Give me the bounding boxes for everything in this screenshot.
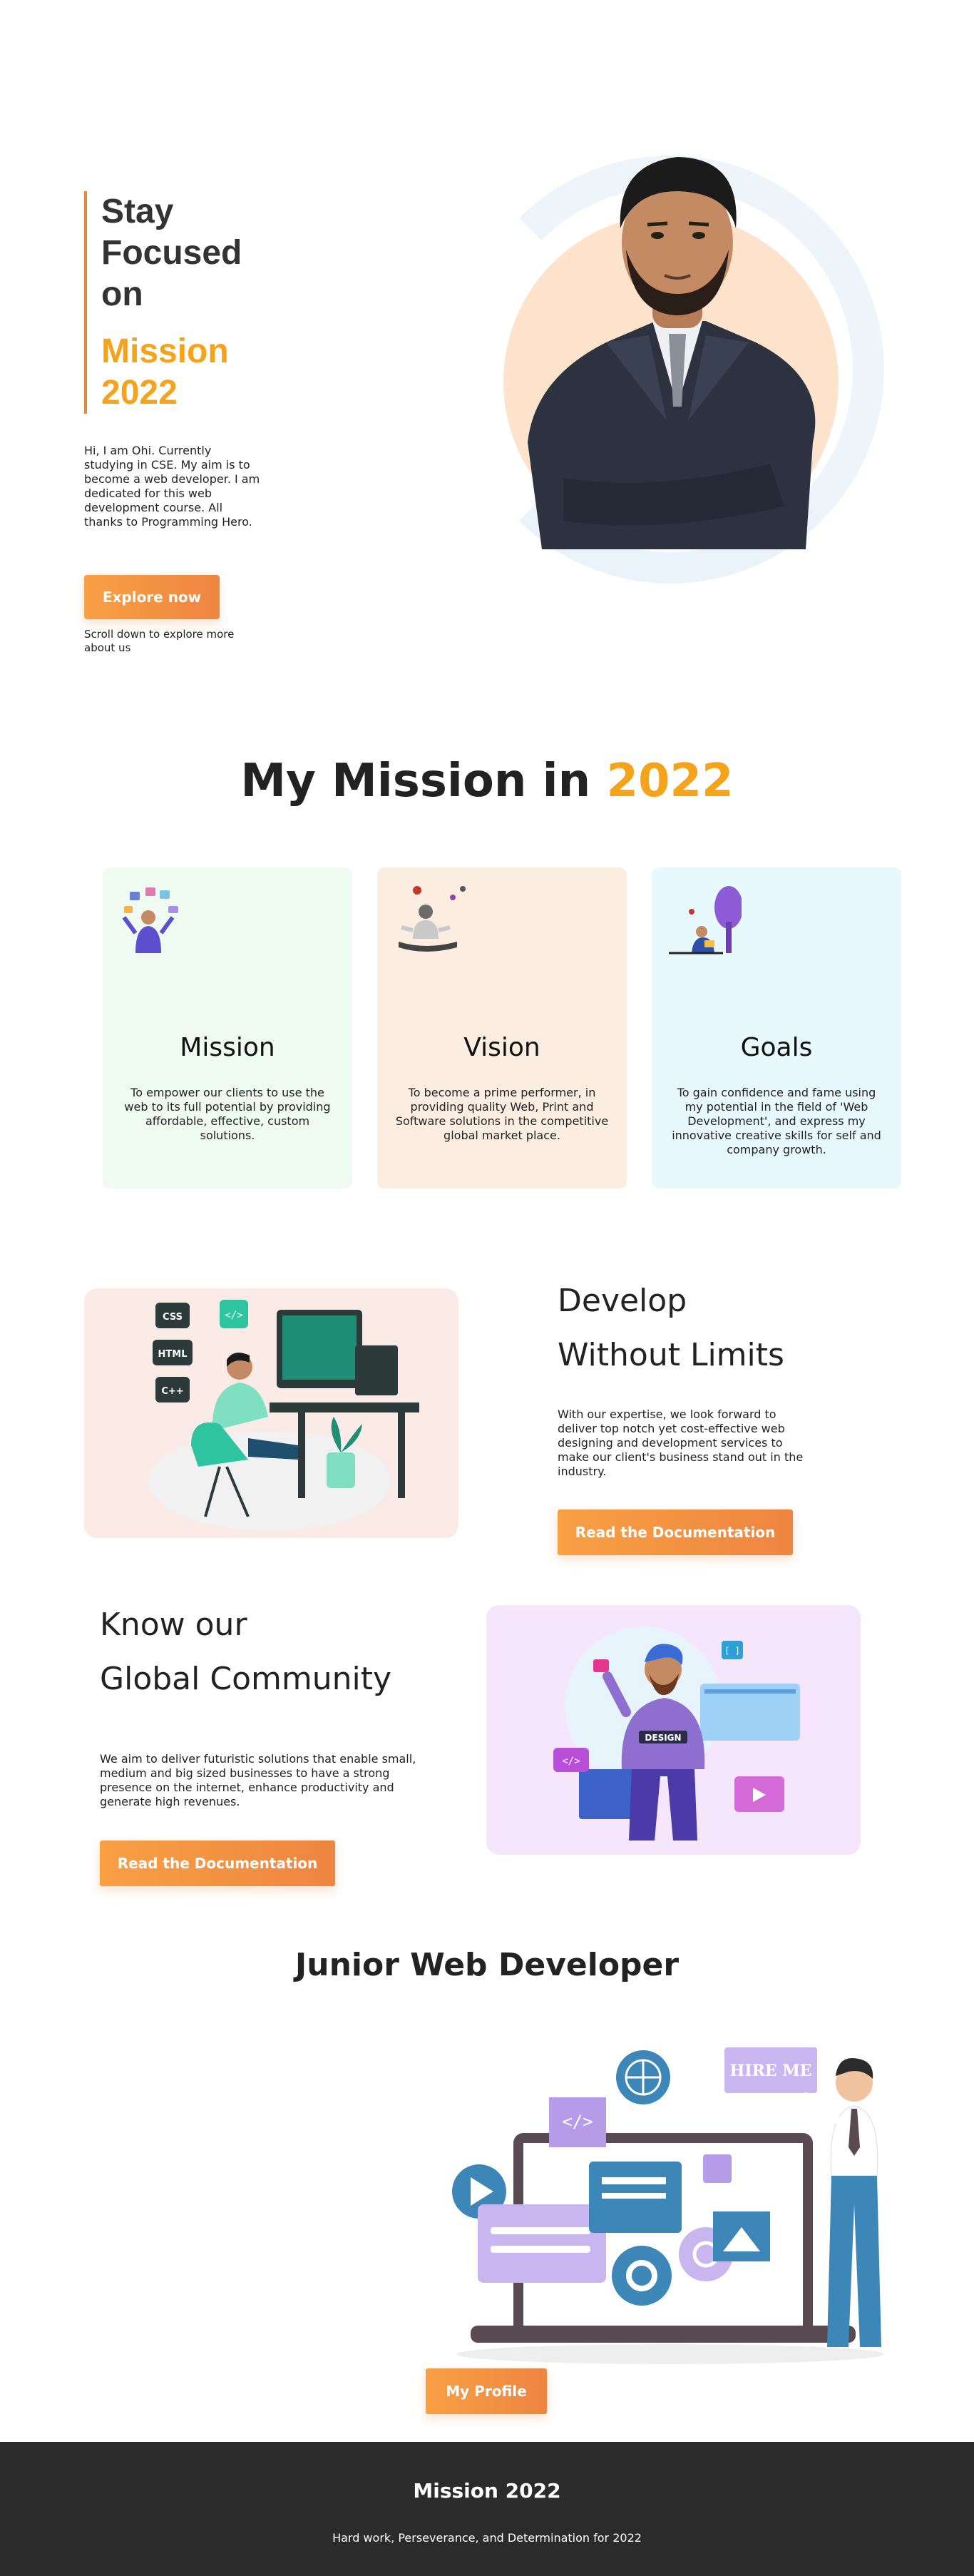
designer-illustration: </> [ ] DESIGN <box>553 1626 800 1841</box>
hero-title-line: on <box>101 275 143 313</box>
mission-title-year: 2022 <box>606 755 734 808</box>
svg-text:</>: </> <box>562 2112 593 2132</box>
hero-description: Hi, I am Ohi. Currently studying in CSE.… <box>84 444 260 529</box>
card-text: To gain confidence and fame using my pot… <box>672 1086 881 1156</box>
mission-title-prefix: My Mission in <box>240 755 591 808</box>
develop-heading: Develop Without Limits <box>558 1274 784 1383</box>
card-title: Goals <box>740 1033 813 1062</box>
developer-illustration-card: CSS HTML C++ </> <box>84 1288 458 1538</box>
footer: Mission 2022 Hard work, Perseverance, an… <box>0 2442 974 2576</box>
card-text: To become a prime performer, in providin… <box>395 1086 609 1142</box>
card-title: Vision <box>463 1033 540 1062</box>
svg-text:DESIGN: DESIGN <box>645 1733 681 1743</box>
svg-text:C++: C++ <box>161 1386 183 1397</box>
goals-card: Goals To gain confidence and fame using … <box>652 867 901 1188</box>
hero-accent-line: 2022 <box>101 374 178 412</box>
footer-title: Mission 2022 <box>413 2479 561 2503</box>
heading-line: Without Limits <box>558 1337 784 1373</box>
designer-illustration-card: </> [ ] DESIGN <box>486 1605 861 1855</box>
svg-text:HIRE ME: HIRE ME <box>730 2062 812 2080</box>
read-documentation-button[interactable]: Read the Documentation <box>100 1841 335 1886</box>
footer-subtitle: Hard work, Perseverance, and Determinati… <box>332 2531 642 2545</box>
hero-title-line: Focused <box>101 234 242 272</box>
profile-photo <box>528 157 816 549</box>
read-documentation-button[interactable]: Read the Documentation <box>558 1510 793 1555</box>
mission-card: Mission To empower our clients to use th… <box>103 867 352 1188</box>
explore-now-button[interactable]: Explore now <box>84 575 220 619</box>
svg-text:</>: </> <box>562 1756 580 1767</box>
vision-card: Vision To become a prime performer, in p… <box>377 867 627 1188</box>
heading-line: Global Community <box>100 1661 391 1697</box>
hero-section: Stay Focused on Mission 2022 Hi, I am Oh… <box>0 0 974 713</box>
heading-line: Know our <box>100 1607 247 1643</box>
my-profile-button[interactable]: My Profile <box>426 2368 547 2414</box>
community-heading: Know our Global Community <box>100 1598 391 1706</box>
meditating-person-illustration <box>399 886 466 952</box>
hero-accent-line: Mission <box>101 332 229 370</box>
card-text: To empower our clients to use the web to… <box>124 1086 331 1142</box>
community-text: We aim to deliver futuristic solutions t… <box>100 1752 416 1808</box>
hire-me-illustration: </> HIRE ME <box>452 2047 884 2364</box>
develop-text: With our expertise, we look forward to d… <box>558 1407 804 1478</box>
svg-text:</>: </> <box>225 1310 242 1321</box>
svg-text:HTML: HTML <box>158 1349 188 1360</box>
reading-under-tree-illustration <box>669 886 742 954</box>
scroll-hint: Scroll down to explore more about us <box>84 628 235 654</box>
heading-line: Develop <box>558 1283 687 1319</box>
junior-dev-title: Junior Web Developer <box>294 1947 680 1983</box>
code-tag-css: CSS <box>155 1303 190 1328</box>
hero-title: Stay Focused on Mission 2022 <box>84 191 242 414</box>
mission-section-title: My Mission in 2022 <box>0 749 974 813</box>
card-title: Mission <box>180 1033 275 1062</box>
svg-text:CSS: CSS <box>163 1312 183 1323</box>
svg-text:[ ]: [ ] <box>724 1646 740 1656</box>
code-tag-cpp: C++ <box>155 1377 190 1402</box>
developer-at-desk-illustration: CSS HTML C++ </> <box>148 1300 419 1531</box>
hero-title-line: Stay <box>101 193 174 230</box>
code-tag-html: HTML <box>153 1340 193 1365</box>
jugglers-illustration <box>122 887 178 953</box>
